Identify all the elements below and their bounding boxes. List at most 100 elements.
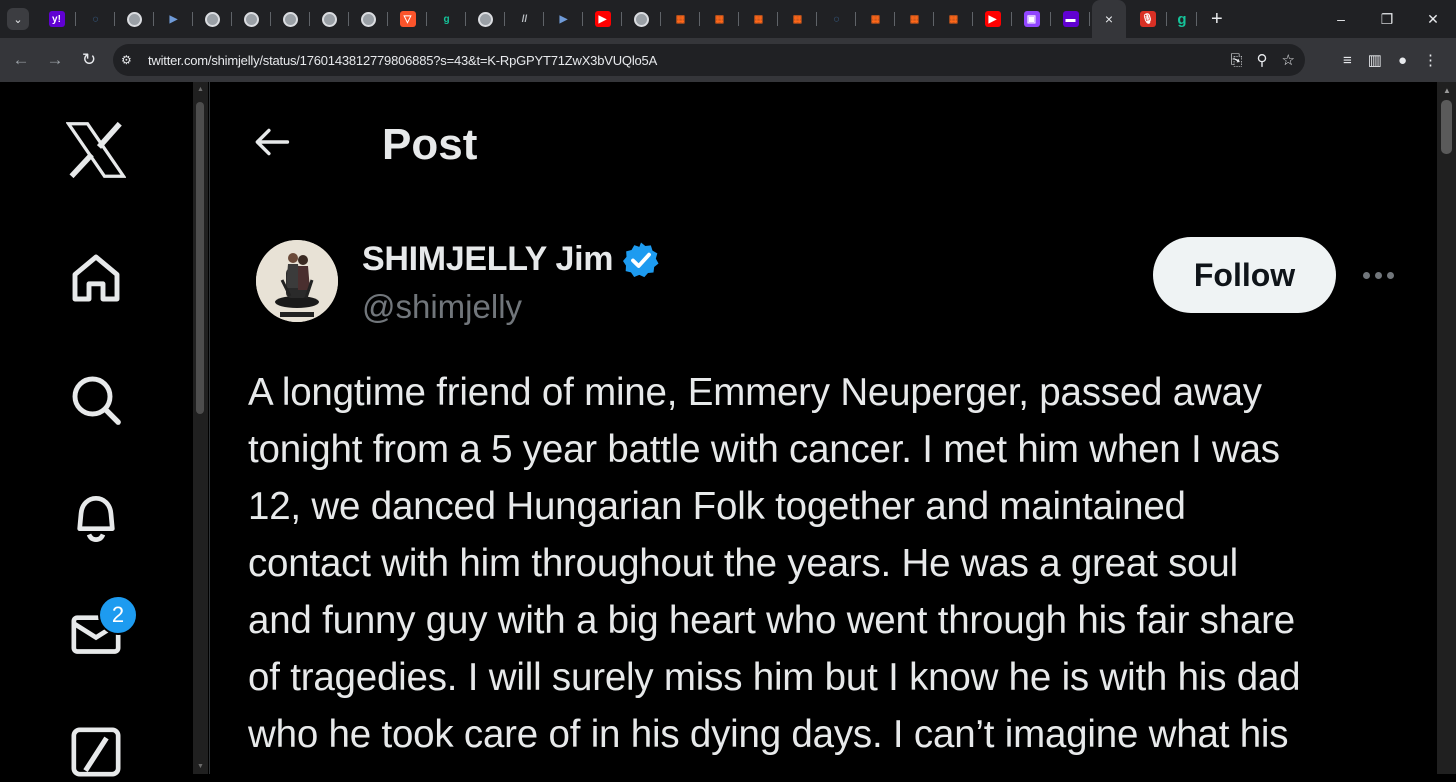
minimize-button[interactable]: – — [1318, 11, 1364, 27]
shield-icon: ◌ — [833, 13, 840, 25]
reading-list-icon[interactable]: ≡ — [1343, 52, 1352, 69]
tab-substack[interactable]: ▦ — [661, 0, 700, 38]
tab-search-button[interactable]: ⌄ — [7, 8, 29, 30]
author-handle[interactable]: @shimjelly — [362, 288, 522, 326]
profile-icon[interactable]: ● — [1398, 52, 1407, 69]
grammarly-icon: g — [1177, 10, 1187, 28]
follow-button[interactable]: Follow — [1153, 237, 1336, 313]
substack-icon: ▦ — [792, 13, 803, 25]
omnibox-actions: ⎘ ⚲ ☆ — [1231, 44, 1295, 76]
grok-icon[interactable] — [66, 722, 126, 782]
tab-ai[interactable]: // — [505, 0, 544, 38]
substack-icon: ▦ — [753, 13, 764, 25]
sidebar-scroll-thumb[interactable] — [196, 102, 204, 414]
tab-substack[interactable]: ▦ — [700, 0, 739, 38]
bookmark-star-icon[interactable]: ☆ — [1282, 51, 1295, 69]
tab-substack[interactable]: ▦ — [934, 0, 973, 38]
home-icon[interactable] — [66, 248, 126, 308]
side-panel-icon[interactable]: ▥ — [1368, 51, 1382, 69]
tab-pocket[interactable]: ▶ — [154, 0, 193, 38]
sidebar: 2 — [0, 82, 192, 777]
pocket-icon: ▶ — [169, 13, 178, 25]
tab-globe[interactable] — [115, 0, 154, 38]
podcast-icon: 🎙 — [1139, 11, 1156, 27]
forward-button[interactable]: → — [38, 50, 72, 70]
tab-youtube[interactable]: ▶ — [973, 0, 1012, 38]
post-text: A longtime friend of mine, Emmery Neuper… — [248, 371, 1301, 756]
tab-podcast[interactable]: 🎙 — [1128, 0, 1167, 38]
tab-yahoo[interactable]: y! — [37, 0, 76, 38]
toolbar-actions: ≡ ▥ ● ⋮ — [1343, 38, 1438, 82]
search-icon[interactable] — [66, 370, 126, 430]
page-scroll-thumb[interactable] — [1441, 100, 1452, 154]
tab-pocket[interactable]: ▶ — [544, 0, 583, 38]
close-window-button[interactable]: ✕ — [1410, 11, 1456, 28]
globe-icon — [205, 11, 220, 27]
verified-badge-icon — [621, 240, 661, 280]
tab-globe[interactable] — [349, 0, 388, 38]
substack-icon: ▦ — [714, 13, 725, 25]
tab-twitch[interactable]: ▣ — [1012, 0, 1051, 38]
tab-shield[interactable]: ◌ — [817, 0, 856, 38]
ai-icon: // — [521, 13, 528, 25]
tab-youtube[interactable]: ▶ — [583, 0, 622, 38]
tab-substack[interactable]: ▦ — [895, 0, 934, 38]
globe-icon — [244, 11, 259, 27]
tab-globe[interactable] — [466, 0, 505, 38]
globe-icon — [478, 11, 493, 27]
url-text[interactable]: twitter.com/shimjelly/status/17601438127… — [148, 53, 657, 68]
page-title: Post — [382, 120, 478, 169]
tab-globe[interactable] — [232, 0, 271, 38]
new-tab-button[interactable]: + — [1211, 8, 1223, 31]
tab-substack[interactable]: ▦ — [739, 0, 778, 38]
back-arrow-icon[interactable] — [252, 122, 292, 162]
substack-icon: ▦ — [870, 13, 881, 25]
tab-globe[interactable] — [622, 0, 661, 38]
tab-substack[interactable]: ▦ — [778, 0, 817, 38]
scroll-up-arrow-icon[interactable]: ▲ — [197, 86, 204, 93]
yahoo-icon: y! — [48, 11, 65, 27]
more-options-icon[interactable] — [1354, 257, 1402, 293]
pocket-icon: ▶ — [559, 13, 568, 25]
grammarly-icon: g — [443, 13, 450, 25]
author-name[interactable]: SHIMJELLY Jim — [362, 240, 614, 279]
sidebar-scrollbar[interactable]: ▲ ▼ — [193, 82, 208, 774]
tab-shield[interactable]: ◌ — [76, 0, 115, 38]
page-scroll-up-icon[interactable]: ▲ — [1443, 86, 1451, 95]
globe-icon — [127, 11, 142, 27]
page: 2 ▲ ▼ Post SHIMJELLY Jim @shimjelly Foll… — [0, 82, 1456, 777]
notifications-bell-icon[interactable] — [66, 487, 126, 547]
globe-icon — [283, 11, 298, 27]
address-bar[interactable]: ⚙ twitter.com/shimjelly/status/176014381… — [113, 44, 1305, 76]
zoom-icon[interactable]: ⚲ — [1257, 51, 1268, 69]
yahoo-mail-icon: ▬ — [1062, 11, 1079, 27]
tab-yahoo-mail[interactable]: ▬ — [1051, 0, 1090, 38]
substack-icon: ▦ — [675, 13, 686, 25]
restore-button[interactable]: ❐ — [1364, 11, 1410, 28]
tab-grammarly[interactable]: g — [427, 0, 466, 38]
menu-icon[interactable]: ⋮ — [1423, 51, 1438, 69]
site-info-icon[interactable]: ⚙ — [121, 53, 137, 67]
tab-grammarly[interactable]: g — [1167, 0, 1197, 38]
reload-button[interactable]: ↻ — [72, 50, 106, 70]
tab-globe[interactable] — [310, 0, 349, 38]
substack-icon: ▦ — [948, 13, 959, 25]
install-app-icon[interactable]: ⎘ — [1231, 52, 1243, 69]
back-button[interactable]: ← — [4, 50, 38, 70]
post-column: Post SHIMJELLY Jim @shimjelly Follow A l… — [210, 82, 1436, 774]
x-logo-icon[interactable] — [66, 120, 126, 180]
tabs: y! ◌ ▶ ▽ g // ▶ ▶ ▦ ▦ ▦ ▦ ◌ ▦ ▦ ▦ ▶ ▣ ▬ — [37, 0, 1090, 38]
tab-globe[interactable] — [193, 0, 232, 38]
globe-icon — [634, 11, 649, 27]
globe-icon — [322, 11, 337, 27]
avatar[interactable] — [256, 240, 338, 322]
tab-brave[interactable]: ▽ — [388, 0, 427, 38]
page-scrollbar[interactable]: ▲ — [1437, 82, 1456, 774]
tab-globe[interactable] — [271, 0, 310, 38]
tab-substack[interactable]: ▦ — [856, 0, 895, 38]
twitch-icon: ▣ — [1023, 11, 1040, 27]
active-tab[interactable]: × — [1092, 0, 1126, 38]
close-tab-icon[interactable]: × — [1105, 11, 1113, 27]
scroll-down-arrow-icon[interactable]: ▼ — [197, 763, 204, 770]
tab-strip: ⌄ y! ◌ ▶ ▽ g // ▶ ▶ ▦ ▦ ▦ ▦ ◌ ▦ ▦ ▦ ▶ ▣ ▬ × 🎙 g + – ❐ ✕ — [0, 0, 1456, 38]
